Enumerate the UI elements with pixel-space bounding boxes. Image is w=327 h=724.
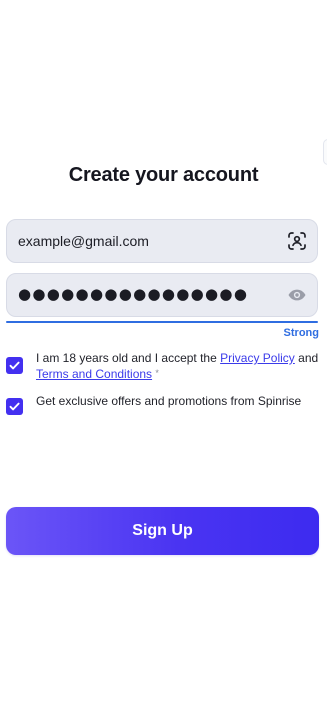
password-field[interactable]: ●●●●●●●●●●●●●●●● bbox=[6, 273, 318, 317]
email-value[interactable]: example@gmail.com bbox=[18, 220, 149, 262]
password-strength-bar bbox=[6, 321, 318, 323]
privacy-policy-link[interactable]: Privacy Policy bbox=[220, 351, 295, 365]
password-value[interactable]: ●●●●●●●●●●●●●●●● bbox=[18, 273, 248, 315]
checkmark-icon bbox=[9, 361, 20, 370]
checkmark-icon bbox=[9, 402, 20, 411]
sign-up-button[interactable]: Sign Up bbox=[6, 507, 319, 555]
terms-checkbox[interactable] bbox=[6, 357, 23, 374]
page-title: Create your account bbox=[68, 164, 259, 186]
terms-and-conditions-link[interactable]: Terms and Conditions bbox=[36, 367, 152, 381]
offers-text: Get exclusive offers and promotions from… bbox=[36, 394, 302, 408]
terms-text: I am 18 years old and I accept the Priva… bbox=[36, 351, 320, 382]
face-id-scan-icon[interactable] bbox=[287, 231, 307, 251]
email-field[interactable]: example@gmail.com bbox=[6, 219, 318, 263]
password-strength-label: Strong bbox=[283, 327, 319, 339]
offers-checkbox[interactable] bbox=[6, 398, 23, 415]
terms-text-before: I am 18 years old and I accept the bbox=[36, 351, 217, 365]
signup-screen: Create your account example@gmail.com ●●… bbox=[0, 0, 327, 724]
required-mark: * bbox=[155, 368, 159, 378]
terms-and-text: and bbox=[298, 351, 319, 365]
eye-icon[interactable] bbox=[287, 285, 307, 305]
side-tab[interactable] bbox=[323, 139, 327, 165]
